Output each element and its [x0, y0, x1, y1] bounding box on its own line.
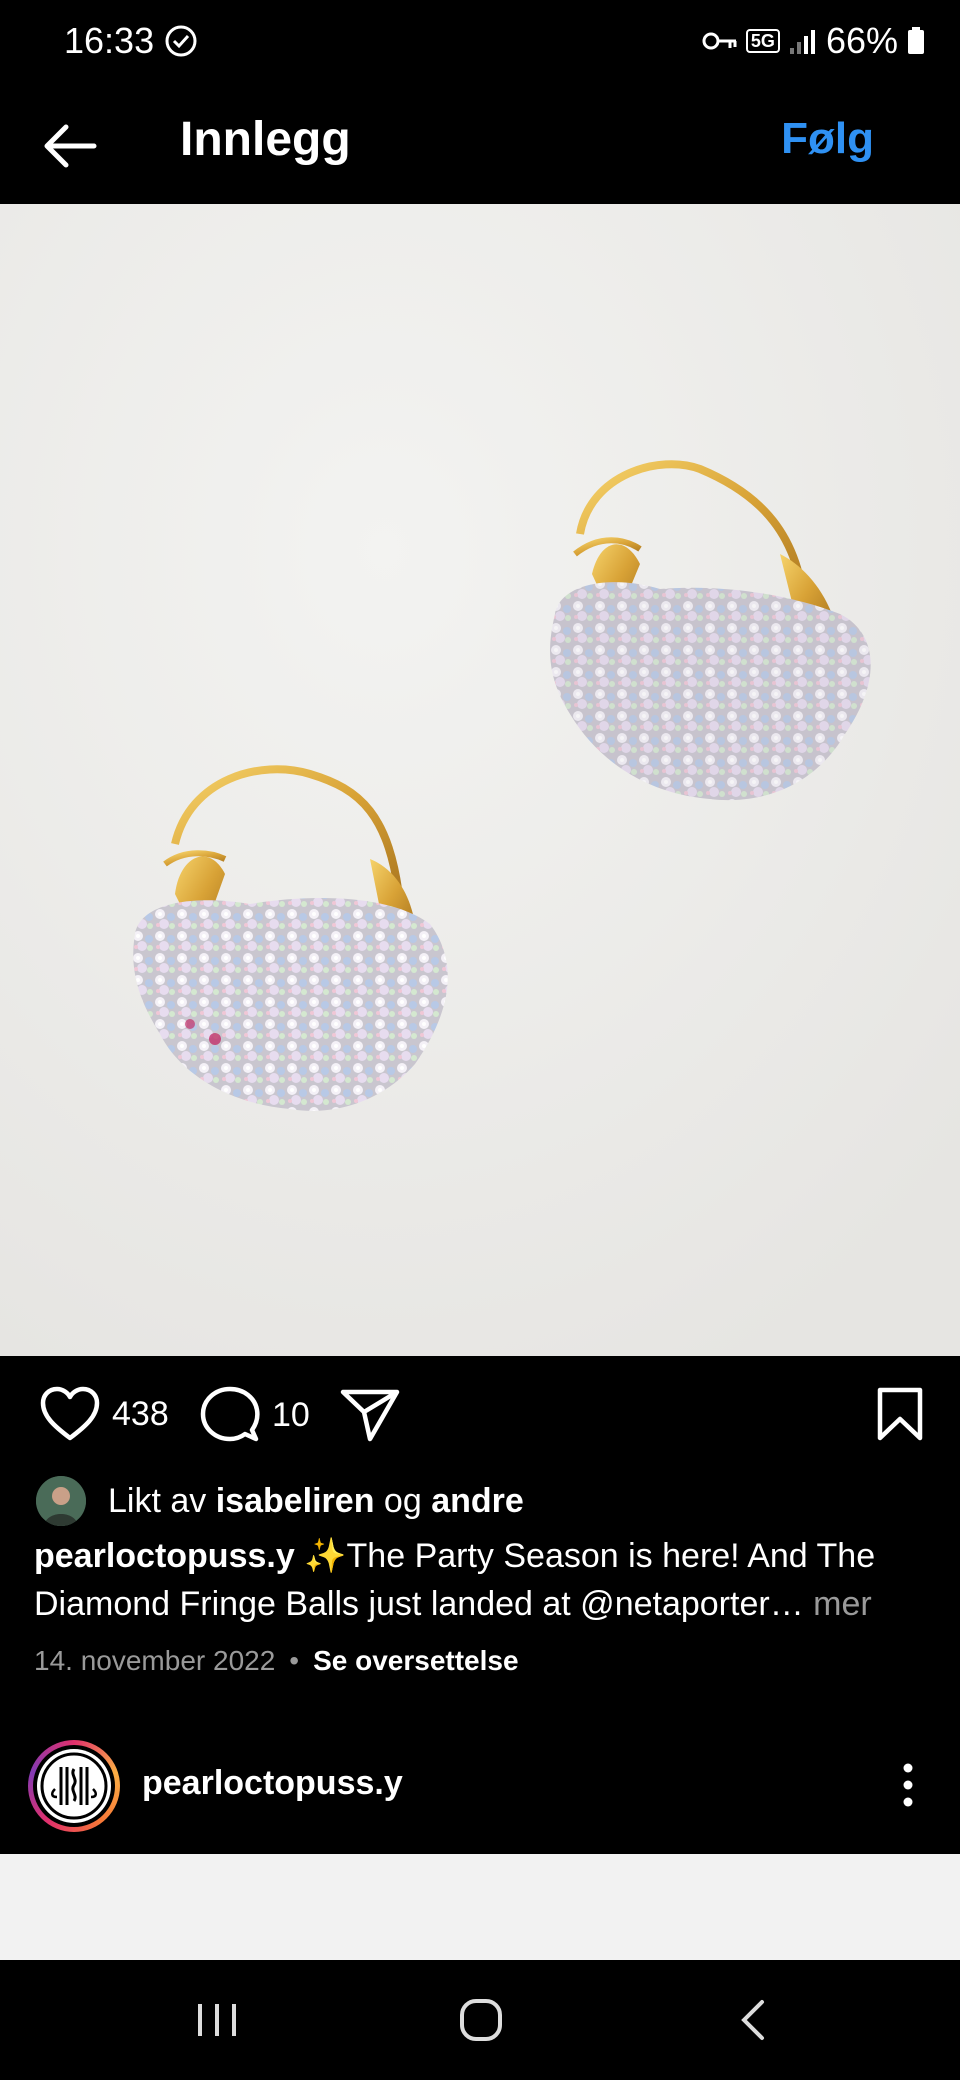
network-type-badge: 5G — [745, 29, 780, 53]
post-actions: 438 10 — [0, 1356, 960, 1476]
liked-by-conj: og — [374, 1481, 432, 1520]
liked-by-prefix: Likt av — [108, 1481, 216, 1520]
battery-icon — [908, 27, 924, 54]
next-post-image[interactable] — [0, 1854, 960, 1960]
caption-more-link[interactable]: mer — [804, 1585, 872, 1623]
system-navigation-bar — [0, 1960, 960, 2080]
post-date: 14. november 2022 — [34, 1645, 276, 1676]
brand-logo-icon — [40, 1752, 108, 1820]
liker-avatar — [36, 1476, 86, 1526]
sync-check-icon — [165, 25, 197, 57]
comment-action[interactable]: 10 — [200, 1386, 310, 1444]
caption-username[interactable]: pearloctopuss.y — [34, 1537, 295, 1575]
next-post-header: pearloctopuss.y — [0, 1740, 960, 1852]
post-meta: 14. november 2022 • Se oversettelse — [34, 1645, 519, 1677]
share-icon[interactable] — [340, 1388, 400, 1442]
signal-icon — [789, 30, 815, 54]
see-translation-link[interactable]: Se oversettelse — [313, 1645, 518, 1677]
liked-by-others[interactable]: andre — [431, 1482, 524, 1521]
status-time: 16:33 — [64, 20, 155, 61]
bookmark-icon[interactable] — [876, 1386, 924, 1442]
liked-by-user[interactable]: isabeliren — [216, 1482, 375, 1521]
like-action[interactable]: 438 — [40, 1386, 169, 1442]
follow-button[interactable]: Følg — [781, 114, 874, 164]
vpn-key-icon — [702, 32, 737, 50]
heart-icon[interactable] — [40, 1386, 100, 1442]
battery-percent: 66% — [825, 20, 898, 61]
comment-icon[interactable] — [200, 1386, 260, 1444]
separator-dot: • — [289, 1645, 300, 1676]
post-caption: pearloctopuss.y ✨The Party Season is her… — [34, 1532, 914, 1628]
earrings-photo — [0, 204, 960, 1356]
comments-count[interactable]: 10 — [272, 1396, 310, 1435]
likes-count[interactable]: 438 — [112, 1395, 169, 1434]
back-nav-icon[interactable] — [730, 1990, 780, 2050]
status-bar: 16:33 5G 66% — [0, 0, 960, 84]
top-app-bar: Innlegg Følg — [0, 84, 960, 204]
recent-apps-icon[interactable] — [192, 1990, 242, 2050]
liked-by-row[interactable]: Likt av isabeliren og andre — [36, 1476, 524, 1526]
home-icon[interactable] — [456, 1990, 506, 2050]
more-options-icon[interactable] — [896, 1760, 920, 1810]
next-post-avatar[interactable] — [28, 1740, 120, 1832]
page-title: Innlegg — [180, 113, 351, 166]
back-arrow-icon[interactable] — [38, 114, 102, 178]
status-icons: 5G 66% — [702, 20, 926, 62]
next-post-username[interactable]: pearloctopuss.y — [142, 1764, 403, 1803]
post-image[interactable] — [0, 204, 960, 1356]
caption-ellipsis: … — [769, 1585, 804, 1623]
